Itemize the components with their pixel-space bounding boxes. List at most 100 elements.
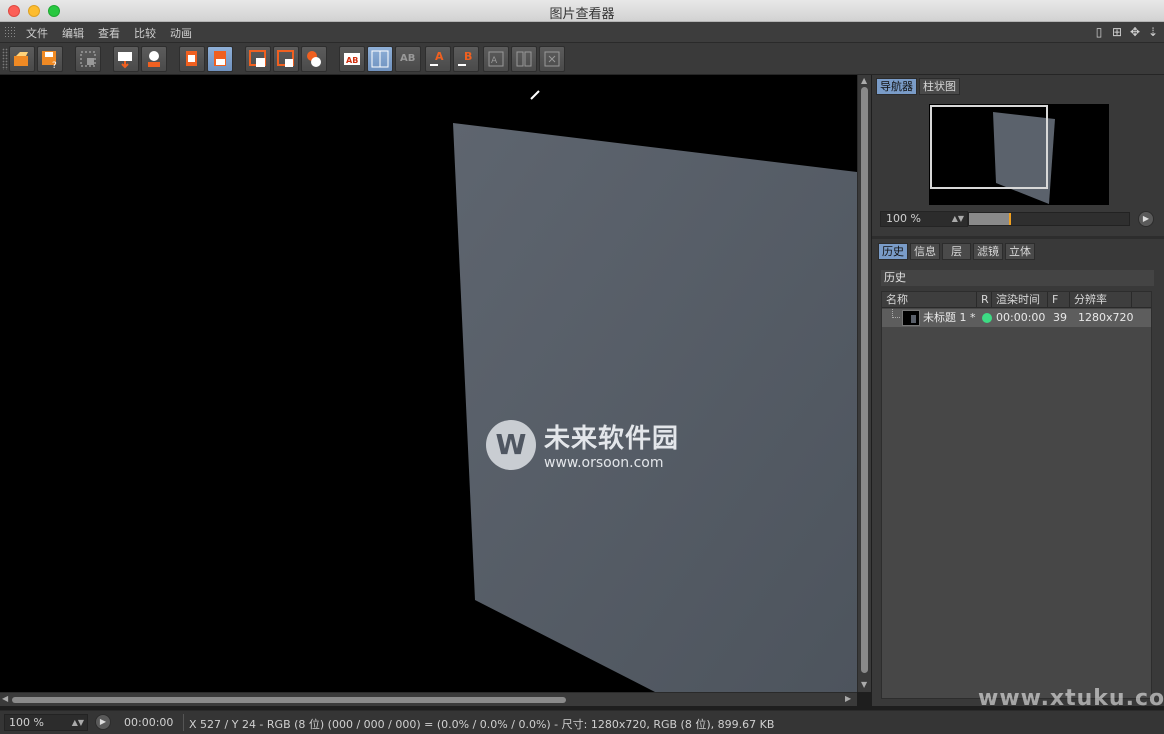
view-compare-button[interactable] — [273, 46, 299, 72]
save-file-icon: ? — [42, 51, 57, 69]
menu-edit[interactable]: 编辑 — [62, 25, 84, 41]
split-view-icon — [516, 51, 532, 67]
paste-button[interactable] — [207, 46, 233, 72]
view-single-button[interactable] — [245, 46, 271, 72]
zoom-play-button[interactable]: ▶ — [1138, 211, 1154, 227]
navigator-preview[interactable] — [929, 104, 1109, 205]
table-row[interactable]: 未标题 1 * 00:00:00 39 1280x720 — [882, 309, 1151, 327]
copy-icon — [186, 51, 197, 66]
menu-view[interactable]: 查看 — [98, 25, 120, 41]
grid-button[interactable] — [75, 46, 101, 72]
vertical-scroll-thumb[interactable] — [861, 87, 868, 673]
ab-split-button[interactable] — [367, 46, 393, 72]
watermark-logo-icon: W — [486, 419, 536, 470]
pin-icon[interactable]: ⇣ — [1146, 25, 1160, 39]
row-frames: 39 — [1053, 311, 1067, 324]
row-thumbnail — [902, 310, 920, 326]
ab-compare-button[interactable]: AB — [339, 46, 365, 72]
spinner-icon[interactable]: ▲▼ — [952, 212, 964, 226]
spinner-icon[interactable]: ▲▼ — [72, 715, 84, 730]
navigator-view-frame[interactable] — [930, 105, 1048, 189]
watermark-title: 未来软件园 — [544, 424, 680, 454]
user-export-button[interactable] — [141, 46, 167, 72]
set-b-button[interactable]: B — [453, 46, 479, 72]
grid-icon — [80, 51, 96, 67]
menu-animation[interactable]: 动画 — [170, 25, 192, 41]
export-button[interactable] — [113, 46, 139, 72]
split-view-button[interactable] — [511, 46, 537, 72]
status-zoom-input[interactable]: 100 % ▲▼ — [4, 714, 88, 731]
row-resolution: 1280x720 — [1078, 311, 1134, 324]
corner-watermark: www.xtuku.com — [978, 686, 1164, 711]
export-icon — [118, 52, 132, 69]
rotate-button[interactable] — [539, 46, 565, 72]
navigator-zoom-value: 100 % — [886, 212, 921, 225]
copy-button[interactable] — [179, 46, 205, 72]
scroll-down-icon[interactable]: ▼ — [861, 680, 867, 689]
set-b-icon: B — [458, 50, 472, 66]
tab-info[interactable]: 信息 — [910, 243, 940, 260]
watermark-url: www.orsoon.com — [544, 455, 664, 471]
scroll-up-icon[interactable]: ▲ — [861, 76, 867, 85]
menu-file[interactable]: 文件 — [26, 25, 48, 41]
view-compare-icon — [277, 50, 294, 67]
view-overlay-button[interactable] — [301, 46, 327, 72]
paste-icon — [214, 51, 226, 66]
history-section-title: 历史 — [881, 270, 1154, 286]
menu-bar: 文件 编辑 查看 比较 动画 ▯ ⊞ ✥ ⇣ — [0, 22, 1164, 43]
menu-grip-icon[interactable] — [4, 26, 16, 38]
svg-text:A: A — [491, 56, 498, 66]
view-single-icon — [249, 50, 266, 67]
add-panel-icon[interactable]: ⊞ — [1110, 25, 1124, 39]
column-name[interactable]: 名称 — [882, 292, 977, 308]
navigator-zoom-input[interactable]: 100 % ▲▼ — [880, 211, 968, 227]
user-export-icon — [148, 51, 160, 67]
toolbar: ? AB AB A B A — [0, 43, 1164, 75]
column-resolution[interactable]: 分辨率 — [1070, 292, 1132, 308]
tab-filters[interactable]: 滤镜 — [973, 243, 1003, 260]
tab-stereo[interactable]: 立体 — [1005, 243, 1035, 260]
ab-compare-icon: AB — [344, 53, 360, 65]
scroll-left-icon[interactable]: ◀ — [2, 694, 8, 703]
row-render-time: 00:00:00 — [996, 311, 1046, 324]
horizontal-scrollbar[interactable]: ◀ ▶ — [0, 692, 857, 706]
svg-text:A: A — [435, 50, 444, 63]
svg-text:B: B — [464, 50, 472, 63]
zoom-slider-fill — [969, 213, 1009, 225]
panel-layout-icon[interactable]: ▯ — [1092, 25, 1106, 39]
rotate-icon — [544, 51, 560, 67]
save-file-button[interactable]: ? — [37, 46, 63, 72]
open-file-button[interactable] — [9, 46, 35, 72]
site-watermark: W 未来软件园 www.orsoon.com — [486, 418, 679, 471]
navigator-zoom-slider[interactable] — [968, 212, 1130, 226]
tab-history[interactable]: 历史 — [878, 243, 908, 260]
column-r[interactable]: R — [977, 292, 992, 308]
scroll-right-icon[interactable]: ▶ — [845, 694, 851, 703]
toolbar-grip[interactable] — [2, 48, 8, 70]
rendered-plane-image — [453, 90, 857, 692]
menu-compare[interactable]: 比较 — [134, 25, 156, 41]
vertical-scrollbar[interactable]: ▲ ▼ — [857, 75, 871, 692]
ab-text-button[interactable]: AB — [395, 46, 421, 72]
move-icon[interactable]: ✥ — [1128, 25, 1142, 39]
navigator-tabs: 导航器 柱状图 — [876, 78, 960, 95]
render-status-icon — [982, 313, 992, 323]
horizontal-scroll-thumb[interactable] — [12, 697, 566, 703]
column-render-time[interactable]: 渲染时间 — [992, 292, 1048, 308]
tab-layers[interactable]: 层 — [942, 243, 971, 260]
set-a-button[interactable]: A — [425, 46, 451, 72]
tab-navigator[interactable]: 导航器 — [876, 78, 917, 95]
history-table: 名称 R 渲染时间 F 分辨率 未标题 1 * 00:00:00 39 1280… — [881, 291, 1152, 699]
image-viewer[interactable]: W 未来软件园 www.orsoon.com — [0, 75, 857, 692]
swap-button[interactable]: A — [483, 46, 509, 72]
status-play-button[interactable]: ▶ — [95, 714, 111, 730]
column-frames[interactable]: F — [1048, 292, 1070, 308]
zoom-slider-handle[interactable] — [1009, 213, 1011, 225]
tab-histogram[interactable]: 柱状图 — [919, 78, 960, 95]
svg-text:AB: AB — [346, 56, 358, 65]
row-name: 未标题 1 * — [923, 311, 976, 324]
swap-icon: A — [488, 51, 504, 67]
status-zoom-value: 100 % — [9, 716, 44, 729]
window-title: 图片查看器 — [549, 7, 615, 22]
status-time: 00:00:00 — [124, 716, 174, 729]
